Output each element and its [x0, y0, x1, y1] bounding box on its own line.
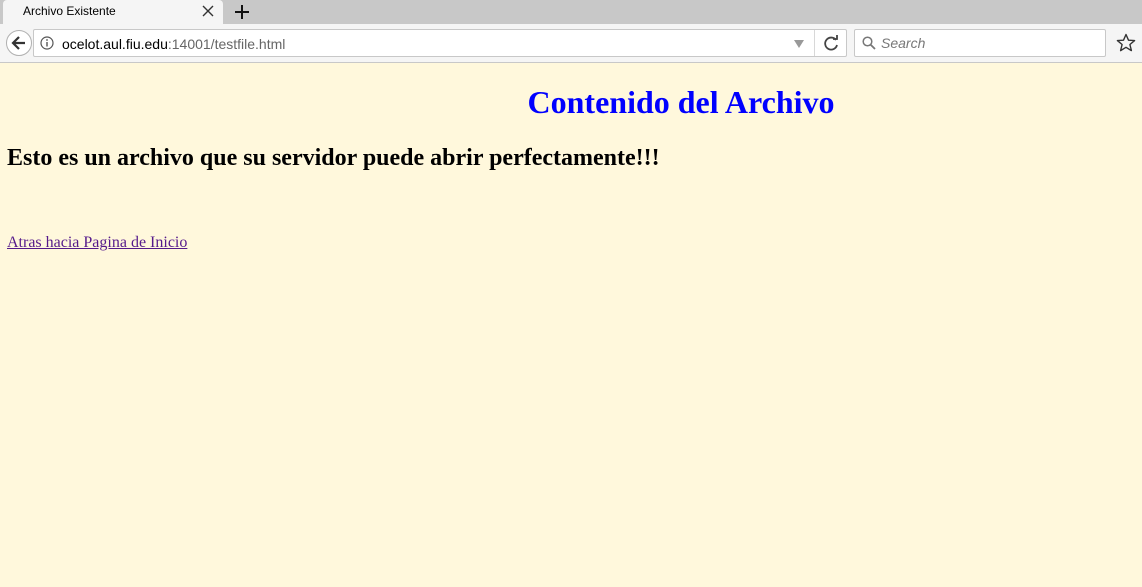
- page-content: Contenido del Archivo Esto es un archivo…: [0, 63, 1142, 587]
- close-icon[interactable]: [199, 2, 217, 20]
- url-host: ocelot.aul.fiu.edu: [62, 36, 168, 52]
- reload-button[interactable]: [814, 30, 848, 56]
- back-arrow-icon: [11, 36, 25, 50]
- url-text[interactable]: ocelot.aul.fiu.edu:14001/testfile.html: [62, 36, 285, 52]
- page-heading: Esto es un archivo que su servidor puede…: [7, 145, 660, 171]
- tab-active[interactable]: Archivo Existente: [3, 0, 223, 24]
- search-input[interactable]: [881, 33, 1101, 53]
- tab-strip: Archivo Existente: [0, 0, 1142, 24]
- page-title: Contenido del Archivo: [527, 84, 835, 120]
- search-icon: [862, 36, 876, 50]
- dropdown-arrow-icon[interactable]: [794, 40, 804, 48]
- home-link[interactable]: Atras hacia Pagina de Inicio: [7, 234, 187, 252]
- url-path: :14001/testfile.html: [167, 36, 286, 52]
- info-icon[interactable]: [40, 36, 54, 50]
- reload-icon: [824, 35, 838, 51]
- tab-title: Archivo Existente: [23, 4, 116, 18]
- navigation-toolbar: ocelot.aul.fiu.edu:14001/testfile.html: [0, 24, 1142, 63]
- plus-icon[interactable]: [231, 1, 253, 23]
- star-icon[interactable]: [1116, 33, 1136, 53]
- search-bar[interactable]: [854, 29, 1106, 57]
- back-button[interactable]: [6, 30, 32, 56]
- url-bar[interactable]: ocelot.aul.fiu.edu:14001/testfile.html: [33, 29, 847, 57]
